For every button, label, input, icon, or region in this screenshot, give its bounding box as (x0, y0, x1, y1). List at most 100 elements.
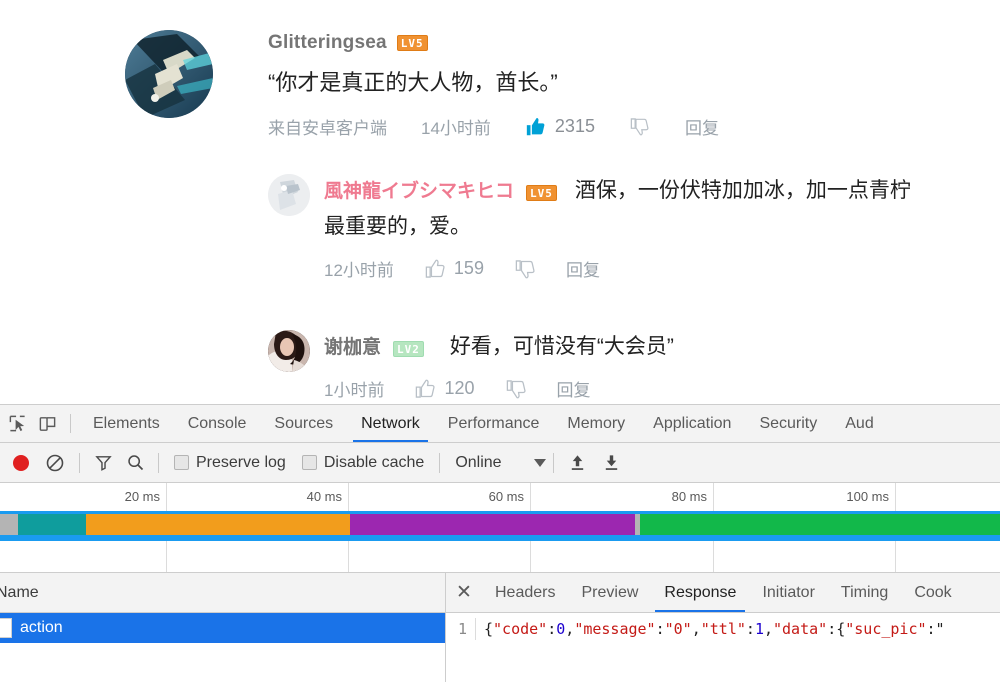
detail-tab-initiator[interactable]: Initiator (749, 573, 827, 612)
reply-button-reply-1[interactable]: 回复 (566, 256, 600, 281)
seg-orange (86, 514, 350, 535)
avatar-reply-2[interactable] (268, 330, 310, 372)
toolbar-divider (552, 452, 554, 473)
record-button[interactable] (4, 454, 38, 471)
column-header-name[interactable]: Name (0, 584, 39, 602)
comment-reply-1: 風神龍イブシマキヒコ LV5 酒保，一份伏特加加冰，加一点青柠 最重要的，爱。 … (268, 174, 1000, 281)
comment-main-user-row: Glitteringsea LV5 (268, 30, 1000, 56)
dislike-button-reply-1[interactable] (514, 258, 536, 280)
comment-main-username[interactable]: Glitteringsea (268, 32, 387, 54)
tab-console[interactable]: Console (174, 405, 261, 442)
overview-tick-label: 100 ms (846, 489, 889, 504)
json-token: : (745, 620, 755, 638)
tab-performance[interactable]: Performance (434, 405, 554, 442)
checkbox-box-icon (301, 455, 317, 470)
preserve-log-label: Preserve log (196, 453, 286, 471)
throttling-select[interactable]: Online (455, 453, 546, 472)
overview-tick-label: 80 ms (671, 489, 707, 504)
thumbs-down-icon (506, 379, 526, 398)
tab-security[interactable]: Security (745, 405, 831, 442)
detail-tab-preview[interactable]: Preview (568, 573, 651, 612)
json-token: 1 (754, 620, 764, 638)
reply-button-main[interactable]: 回复 (685, 114, 719, 139)
table-row[interactable]: action (0, 613, 445, 643)
devtools-panel: Elements Console Sources Network Perform… (0, 404, 1000, 682)
overview-tick-label: 40 ms (306, 489, 342, 504)
json-token: , (691, 620, 701, 638)
comment-main-meta: 来自安卓客户端 14小时前 2315 回复 (268, 114, 1000, 139)
request-name: action (20, 619, 63, 636)
network-content: Name action ✕ Headers Preview Response I… (0, 573, 1000, 682)
preserve-log-checkbox[interactable]: Preserve log (174, 454, 286, 472)
devtools-tabbar: Elements Console Sources Network Perform… (0, 405, 1000, 443)
toolbar-divider (79, 452, 80, 473)
comment-reply-1-meta: 12小时前 159 回复 (324, 256, 1000, 281)
tab-audits[interactable]: Aud (831, 405, 887, 442)
close-icon[interactable]: ✕ (446, 573, 482, 612)
network-overview[interactable]: 20 ms 40 ms 60 ms 80 ms 100 ms (0, 483, 1000, 573)
json-token: "0" (664, 620, 692, 638)
overview-tick-label: 60 ms (488, 489, 524, 504)
inspect-element-icon[interactable] (2, 405, 32, 442)
json-token: : (547, 620, 557, 638)
dislike-button-reply-2[interactable] (505, 378, 527, 400)
comment-reply-2-line1: 谢枷意 LV2 好看，可惜没有“大会员” (324, 330, 1000, 360)
seg-grey (0, 514, 18, 535)
record-dot-icon (13, 454, 29, 471)
search-button[interactable] (119, 453, 151, 472)
toolbar-divider (158, 452, 159, 473)
json-token: , (565, 620, 575, 638)
comment-reply-1-line1: 風神龍イブシマキヒコ LV5 酒保，一份伏特加加冰，加一点青柠 (324, 174, 1000, 204)
toolbar-divider (439, 452, 441, 473)
json-token: : (655, 620, 665, 638)
tab-elements[interactable]: Elements (79, 405, 174, 442)
tab-network[interactable]: Network (347, 405, 434, 442)
filter-button[interactable] (87, 453, 119, 472)
seg-purple (350, 514, 635, 535)
line-number: 1 (446, 618, 476, 640)
level-badge-lv5: LV5 (396, 35, 428, 51)
detail-tab-cookies[interactable]: Cook (901, 573, 964, 612)
tab-sources[interactable]: Sources (260, 405, 347, 442)
comment-reply-2-username[interactable]: 谢枷意 (324, 332, 381, 359)
request-list: Name action (0, 573, 446, 682)
thumbs-up-icon (526, 117, 545, 135)
response-json-text: {"code":0,"message":"0","ttl":1,"data":{… (476, 618, 945, 640)
avatar-reply-1[interactable] (268, 174, 310, 216)
overview-tick-label: 20 ms (124, 489, 160, 504)
like-button-reply-2[interactable]: 120 (414, 378, 475, 400)
like-button-main[interactable]: 2315 (525, 116, 595, 138)
level-badge-reply-2: LV2 (393, 341, 424, 357)
detail-tab-headers[interactable]: Headers (482, 573, 568, 612)
json-token: "suc_pic" (845, 620, 927, 638)
avatar-main[interactable] (125, 30, 213, 118)
file-icon (0, 618, 12, 638)
response-body[interactable]: 1 {"code":0,"message":"0","ttl":1,"data"… (446, 613, 1000, 640)
comment-reply-1-username[interactable]: 風神龍イブシマキヒコ (324, 176, 514, 203)
tab-application[interactable]: Application (639, 405, 745, 442)
device-toolbar-icon[interactable] (32, 405, 62, 442)
import-har-button[interactable] (561, 453, 595, 472)
chevron-down-icon (533, 458, 546, 467)
tab-memory[interactable]: Memory (553, 405, 639, 442)
disable-cache-label: Disable cache (323, 453, 425, 471)
json-token: :{ (827, 620, 846, 638)
thumbs-up-icon (425, 259, 445, 278)
detail-tab-timing[interactable]: Timing (828, 573, 901, 612)
like-button-reply-1[interactable]: 159 (424, 258, 484, 280)
comment-reply-1-body: 風神龍イブシマキヒコ LV5 酒保，一份伏特加加冰，加一点青柠 最重要的，爱。 … (324, 174, 1000, 281)
disable-cache-checkbox[interactable]: Disable cache (301, 453, 425, 472)
thumbs-down-icon (515, 259, 535, 278)
like-count-reply-1: 159 (453, 258, 484, 278)
like-count-main: 2315 (554, 116, 595, 136)
clear-button[interactable] (38, 453, 72, 473)
thumbs-down-icon (630, 117, 649, 135)
throttling-value: Online (455, 453, 502, 471)
json-token: "ttl" (700, 620, 746, 638)
export-har-button[interactable] (595, 453, 629, 472)
comment-main-time: 14小时前 (421, 119, 491, 138)
reply-button-reply-2[interactable]: 回复 (557, 376, 591, 401)
comment-main: Glitteringsea LV5 “你才是真正的大人物，酋长。” 来自安卓客户… (125, 30, 1000, 139)
dislike-button-main[interactable] (629, 116, 651, 138)
detail-tab-response[interactable]: Response (651, 573, 749, 612)
